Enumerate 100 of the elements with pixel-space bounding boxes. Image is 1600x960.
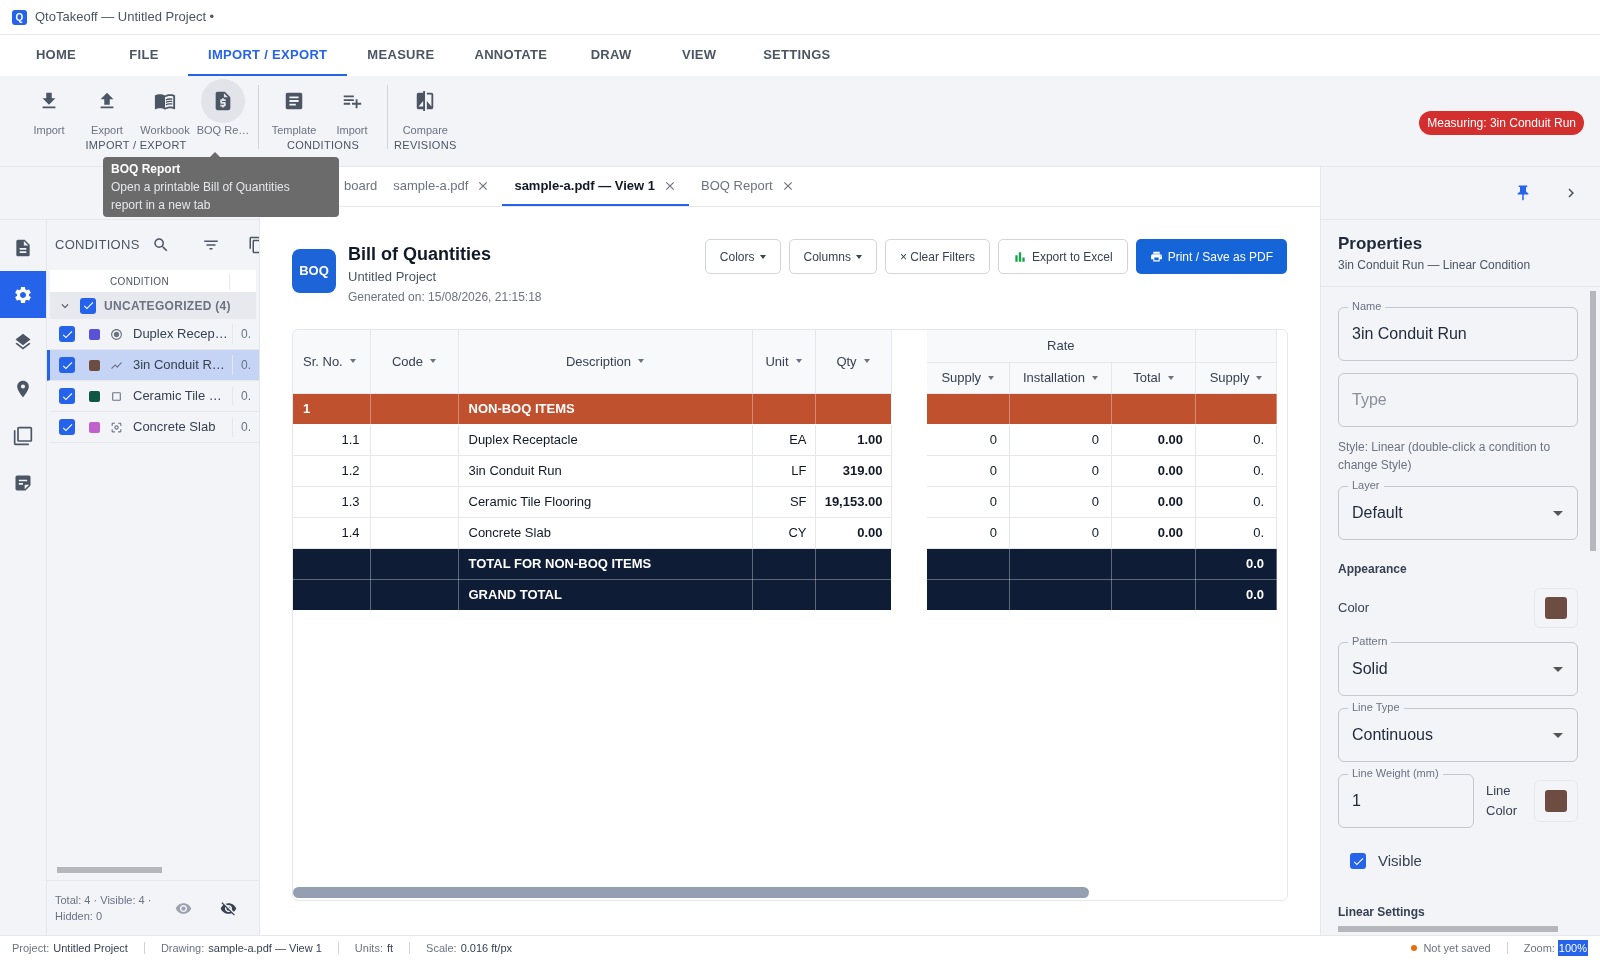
table-cell: Concrete Slab	[468, 524, 551, 540]
field-label: Layer	[1348, 478, 1384, 492]
document-tab[interactable]: BOQ Report	[689, 167, 807, 206]
check-icon	[81, 299, 95, 312]
panel-title: CONDITIONS	[55, 236, 140, 255]
field-label: Color	[1338, 599, 1370, 618]
sort-icon[interactable]	[988, 375, 995, 380]
generated-date: Generated on: 15/08/2026, 21:15:18	[348, 289, 542, 306]
ribbon-button[interactable]: Import	[323, 79, 381, 139]
menu-tab[interactable]: HOME	[12, 35, 100, 76]
table-cell: 0	[1091, 431, 1099, 447]
condition-row[interactable]: 3in Conduit R… 0.	[47, 350, 259, 381]
table-cell: 0.00	[1157, 493, 1184, 509]
table-cell: 1	[303, 400, 311, 416]
section-heading: Appearance	[1338, 561, 1408, 578]
table-cell: 1.00	[857, 431, 883, 447]
color-button[interactable]	[1534, 588, 1578, 628]
ribbon-button[interactable]: Template	[265, 79, 323, 139]
header-cell[interactable]: Unit	[752, 330, 815, 393]
toolbar-button[interactable]: Colors	[704, 239, 781, 274]
settings-icon	[13, 284, 33, 305]
zoom-value: 100%	[1557, 939, 1588, 957]
checkbox[interactable]	[59, 388, 75, 404]
column-label: Unit	[765, 352, 789, 371]
summary-text: Total: 4 · Visible: 4 · Hidden: 0	[55, 893, 153, 924]
field-label: Line Type	[1348, 700, 1404, 714]
table-cell: 0.	[1253, 493, 1265, 509]
menu-tab[interactable]: VIEW	[655, 35, 744, 76]
table-cell: GRAND TOTAL	[468, 586, 562, 602]
sort-icon[interactable]	[1167, 375, 1174, 380]
menu-tab[interactable]: MEASURE	[347, 35, 455, 76]
checkbox[interactable]	[80, 297, 96, 314]
tooltip-title: BOQ Report	[111, 161, 182, 178]
menu-tab[interactable]: ANNOTATE	[454, 35, 568, 76]
toolbar-button[interactable]: × Clear Filters	[884, 239, 990, 274]
table-cell: 3in Conduit Run	[468, 462, 562, 478]
sort-icon[interactable]	[1092, 375, 1099, 380]
group-row[interactable]: UNCATEGORIZED (4)	[50, 292, 256, 319]
menu-tab[interactable]: FILE	[100, 35, 188, 76]
column-label: Supply	[941, 368, 982, 387]
field-label: Line Weight (mm)	[1348, 766, 1443, 780]
table-cell: 1.4	[341, 524, 360, 540]
column-label: Sr. No.	[303, 352, 343, 371]
header-cell[interactable]: Installation	[1009, 362, 1112, 393]
condition-row[interactable]: Concrete Slab 0.	[50, 412, 259, 443]
header-cell[interactable]: Sr. No.	[293, 330, 370, 393]
condition-row[interactable]: Ceramic Tile … 0.	[50, 381, 259, 412]
header-cell[interactable]: Supply	[926, 362, 1010, 393]
table-cell: EA	[789, 431, 807, 447]
header-cell[interactable]: Description	[458, 330, 752, 393]
dropdown-icon	[1553, 510, 1563, 516]
ribbon-button[interactable]: Import	[20, 79, 78, 139]
document-tab[interactable]: sample-a.pdf — View 1	[502, 167, 690, 206]
color-button[interactable]	[1534, 780, 1578, 822]
ribbon-button[interactable]: Export	[78, 79, 136, 139]
toolbar-button[interactable]: Print / Save as PDF	[1135, 239, 1287, 274]
menu-tab[interactable]: SETTINGS	[743, 35, 851, 76]
table-cell: 0.	[1253, 431, 1265, 447]
toolbar-button[interactable]: Columns	[788, 239, 877, 274]
ribbon-button[interactable]: Workbook	[136, 79, 194, 139]
sort-icon[interactable]	[863, 359, 870, 364]
document-tab[interactable]: board	[344, 167, 382, 206]
field-label: Pattern	[1348, 634, 1392, 648]
header-cell[interactable]: Supply	[1195, 362, 1277, 393]
checkbox[interactable]	[59, 357, 75, 373]
document-tab[interactable]: sample-a.pdf	[381, 167, 503, 206]
print-icon	[1149, 250, 1163, 263]
menu-tab[interactable]: DRAW	[567, 35, 656, 76]
checkbox[interactable]	[59, 419, 75, 435]
panel-subtitle: 3in Conduit Run — Linear Condition	[1338, 257, 1532, 274]
sort-icon[interactable]	[795, 359, 802, 364]
panel-title: Properties	[1338, 233, 1424, 255]
sort-icon[interactable]	[638, 359, 644, 364]
window-title: QtoTakeoff — Untitled Project •	[35, 8, 215, 27]
scrollbar[interactable]	[1338, 926, 1558, 932]
header-cell[interactable]: Qty	[815, 330, 891, 393]
type-field[interactable]: Type	[1338, 373, 1578, 427]
sort-icon[interactable]	[430, 359, 437, 364]
column-label: Code	[391, 352, 424, 371]
table-cell: NON-BOQ ITEMS	[468, 400, 575, 416]
toolbar-button[interactable]: Export to Excel	[997, 239, 1128, 274]
condition-value: 0.	[241, 357, 251, 374]
header-cell[interactable]: Code	[370, 330, 458, 393]
table-cell: 0.00	[857, 524, 883, 540]
sort-icon[interactable]	[1256, 375, 1263, 380]
scrollbar[interactable]	[1590, 291, 1596, 551]
eye-off-icon[interactable]	[220, 899, 237, 917]
sidebar-tab[interactable]	[0, 271, 46, 318]
checkbox[interactable]	[1350, 853, 1366, 870]
header-cell[interactable]: Total	[1111, 362, 1196, 393]
header-cell: Rate	[926, 330, 1196, 362]
ribbon-button[interactable]: Compare	[396, 79, 455, 139]
pages-icon	[13, 425, 33, 446]
condition-value: 0.	[241, 388, 251, 405]
section-heading: Linear Settings	[1338, 903, 1426, 921]
sort-icon[interactable]	[349, 359, 356, 364]
checkbox[interactable]	[59, 326, 75, 342]
table-cell: 0.0	[1245, 555, 1265, 571]
table-cell: 0.00	[1157, 462, 1184, 478]
search-icon[interactable]	[151, 236, 170, 254]
